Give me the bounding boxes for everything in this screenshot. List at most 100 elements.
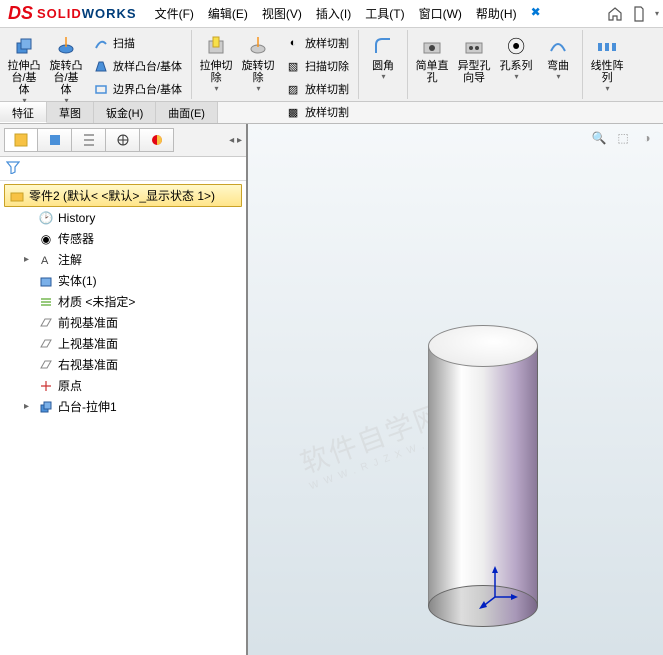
extrude-boss-button[interactable]: 拉伸凸台/基体▾ xyxy=(4,32,44,107)
boundary-icon xyxy=(93,81,109,97)
sweep-button[interactable]: 扫描 xyxy=(88,32,187,54)
tab-sketch[interactable]: 草图 xyxy=(47,102,94,123)
plane-icon xyxy=(38,315,54,331)
loft-cut2-button[interactable]: ▨放样切割 xyxy=(280,78,354,100)
hole-wizard-button[interactable]: 异型孔向导 xyxy=(454,32,494,86)
pm-tab-feature-tree[interactable] xyxy=(4,128,38,152)
pm-tab-config[interactable] xyxy=(72,128,106,152)
menu-edit[interactable]: 编辑(E) xyxy=(202,1,254,26)
zoom-area-icon[interactable]: ⬚ xyxy=(613,128,633,148)
menu-insert[interactable]: 插入(I) xyxy=(310,1,357,26)
pm-tab-display[interactable] xyxy=(140,128,174,152)
loft-button[interactable]: 放样凸台/基体 xyxy=(88,55,187,77)
sensor-icon: ◉ xyxy=(38,231,54,247)
tree-root-part[interactable]: 零件2 (默认< <默认>_显示状态 1>) xyxy=(4,184,242,207)
simple-hole-button[interactable]: 简单直孔 xyxy=(412,32,452,86)
feature-manager-panel: ◂ ▸ 零件2 (默认< <默认>_显示状态 1>) 🕑History ◉传感器… xyxy=(0,124,248,655)
tree-solid-bodies[interactable]: 实体(1) xyxy=(0,270,246,291)
model-cylinder[interactable] xyxy=(428,304,538,648)
curve-button[interactable]: 弯曲▾ xyxy=(538,32,578,83)
loft-cut-button[interactable]: ▧扫描切除 xyxy=(280,55,354,77)
sweep-cut-button[interactable]: ◐放样切割 xyxy=(280,32,354,54)
sweep-icon xyxy=(93,35,109,51)
ribbon-group-pattern: 线性阵列▾ xyxy=(583,30,631,99)
linear-pattern-button[interactable]: 线性阵列▾ xyxy=(587,32,627,95)
annotation-icon: A xyxy=(38,252,54,268)
linear-pattern-icon xyxy=(595,34,619,58)
hole-series-icon: ⦿ xyxy=(504,34,528,58)
ribbon-group-fillet: 圆角▾ xyxy=(359,30,408,99)
tab-surface[interactable]: 曲面(E) xyxy=(156,102,218,123)
loft-cut-icon: ▧ xyxy=(285,58,301,74)
title-bar: DS SOLIDWORKS 文件(F) 编辑(E) 视图(V) 插入(I) 工具… xyxy=(0,0,663,28)
menu-bar: 文件(F) 编辑(E) 视图(V) 插入(I) 工具(T) 窗口(W) 帮助(H… xyxy=(149,1,547,26)
cylinder-top-face xyxy=(428,325,538,367)
cylinder-bottom-face xyxy=(428,585,538,627)
svg-text:A: A xyxy=(41,255,49,267)
tree-boss-extrude1[interactable]: ▸凸台-拉伸1 xyxy=(0,396,246,417)
ribbon-cut-small-col: ◐放样切割 ▧扫描切除 ▨放样切割 ▩放样切割 xyxy=(280,32,354,123)
pm-tab-dimxpert[interactable] xyxy=(106,128,140,152)
hole-wizard-icon xyxy=(462,34,486,58)
view-orientation-icon[interactable]: ◑ xyxy=(637,128,657,148)
solid-icon xyxy=(38,273,54,289)
main-area: ◂ ▸ 零件2 (默认< <默认>_显示状态 1>) 🕑History ◉传感器… xyxy=(0,124,663,655)
tree-right-plane[interactable]: 右视基准面 xyxy=(0,354,246,375)
history-icon: 🕑 xyxy=(38,210,54,226)
tree-annotations[interactable]: ▸A注解 xyxy=(0,249,246,270)
revolve-cut-icon xyxy=(246,34,270,58)
material-icon xyxy=(38,294,54,310)
extrude-boss-icon xyxy=(12,34,36,58)
tree-history[interactable]: 🕑History xyxy=(0,208,246,228)
ribbon-group-boss: 拉伸凸台/基体▾ 旋转凸台/基体▾ 扫描 放样凸台/基体 边界凸台/基体 xyxy=(0,30,192,99)
cylinder-body xyxy=(428,346,538,606)
home-icon[interactable] xyxy=(606,5,624,23)
title-right-controls: ▾ xyxy=(606,5,659,23)
tree-top-plane[interactable]: 上视基准面 xyxy=(0,333,246,354)
app-logo: DS SOLIDWORKS xyxy=(4,3,147,24)
ribbon-group-cut: 拉伸切除▾ 旋转切除▾ ◐放样切割 ▧扫描切除 ▨放样切割 ▩放样切割 xyxy=(192,30,359,99)
graphics-viewport[interactable]: 🔍 ⬚ ◑ 软件自学网 WWW.RJZXW.COM xyxy=(248,124,663,655)
revolve-boss-icon xyxy=(54,34,78,58)
menu-tools[interactable]: 工具(T) xyxy=(359,1,410,26)
zoom-fit-icon[interactable]: 🔍 xyxy=(589,128,609,148)
hole-series-button[interactable]: ⦿ 孔系列▾ xyxy=(496,32,536,83)
property-manager-tabs: ◂ ▸ xyxy=(0,124,246,157)
part-icon xyxy=(9,188,25,204)
tree-filter[interactable] xyxy=(0,157,246,181)
menu-pin-icon[interactable]: ✖ xyxy=(525,1,547,26)
menu-view[interactable]: 视图(V) xyxy=(256,1,308,26)
revolve-cut-button[interactable]: 旋转切除▾ xyxy=(238,32,278,95)
ribbon-boss-small-col: 扫描 放样凸台/基体 边界凸台/基体 xyxy=(88,32,187,100)
ribbon-group-hole: 简单直孔 异型孔向导 ⦿ 孔系列▾ 弯曲▾ xyxy=(408,30,583,99)
tree-origin[interactable]: 原点 xyxy=(0,375,246,396)
viewport-toolbar: 🔍 ⬚ ◑ xyxy=(589,128,657,148)
chevron-down-icon[interactable]: ▾ xyxy=(655,9,659,18)
tree-sensors[interactable]: ◉传感器 xyxy=(0,228,246,249)
fillet-button[interactable]: 圆角▾ xyxy=(363,32,403,83)
revolve-boss-button[interactable]: 旋转凸台/基体▾ xyxy=(46,32,86,107)
pm-tab-arrows[interactable]: ◂ ▸ xyxy=(229,128,242,152)
document-icon[interactable] xyxy=(630,5,648,23)
app-title: SOLIDWORKS xyxy=(37,6,137,21)
menu-file[interactable]: 文件(F) xyxy=(149,1,200,26)
plane-icon xyxy=(38,357,54,373)
tree-front-plane[interactable]: 前视基准面 xyxy=(0,312,246,333)
menu-help[interactable]: 帮助(H) xyxy=(470,1,523,26)
tab-sheetmetal[interactable]: 钣金(H) xyxy=(94,102,156,123)
plane-icon xyxy=(38,336,54,352)
pm-tab-property[interactable] xyxy=(38,128,72,152)
tree-material[interactable]: 材质 <未指定> xyxy=(0,291,246,312)
simple-hole-icon xyxy=(420,34,444,58)
sweep-cut-icon: ◐ xyxy=(285,35,301,51)
extrude-feature-icon xyxy=(38,399,54,415)
tab-features[interactable]: 特征 xyxy=(0,102,47,123)
boundary-button[interactable]: 边界凸台/基体 xyxy=(88,78,187,100)
loft-cut3-button[interactable]: ▩放样切割 xyxy=(280,101,354,123)
ribbon: 拉伸凸台/基体▾ 旋转凸台/基体▾ 扫描 放样凸台/基体 边界凸台/基体 拉伸切… xyxy=(0,28,663,102)
solidworks-logo-icon: DS xyxy=(8,3,33,24)
extrude-cut-icon xyxy=(204,34,228,58)
extrude-cut-button[interactable]: 拉伸切除▾ xyxy=(196,32,236,95)
menu-window[interactable]: 窗口(W) xyxy=(413,1,468,26)
loft-icon xyxy=(93,58,109,74)
